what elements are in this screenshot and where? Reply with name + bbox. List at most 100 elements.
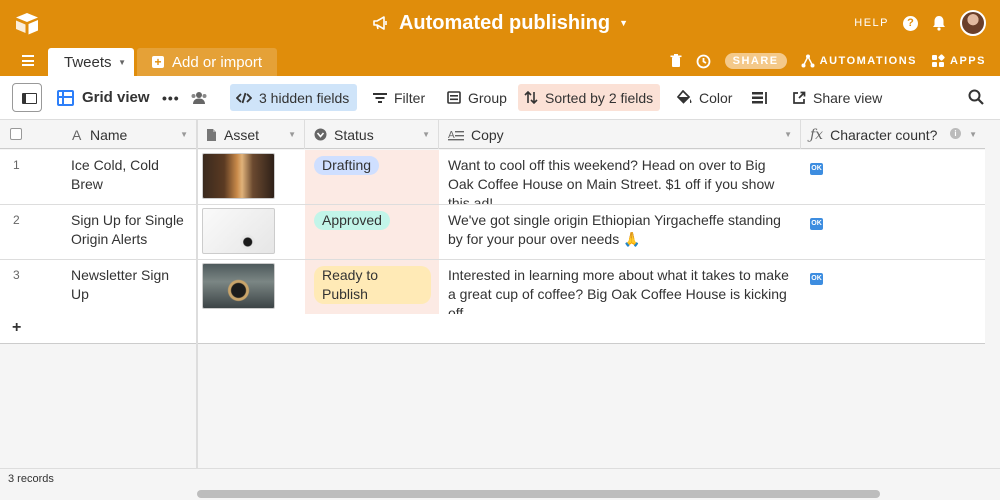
sort-label: Sorted by 2 fields [545,89,654,106]
row-height-icon[interactable] [746,84,774,111]
attachment-icon [207,128,216,141]
info-icon[interactable]: i [950,128,961,139]
character-count-cell[interactable]: OK [801,260,985,314]
view-name-label: Grid view [82,89,150,106]
column-header-status[interactable]: Status ▼ [305,120,439,149]
records-grid: A Name ▼ Asset ▼ Status ▼ A Copy ▼ ƒx Ch… [0,120,1000,468]
name-cell[interactable]: Newsletter Sign Up [62,260,197,314]
apps-icon [932,54,945,67]
table-row[interactable]: 2 Sign Up for Single Origin Alerts Appro… [0,205,985,260]
row-number: 1 [13,158,20,172]
filter-button[interactable]: Filter [367,84,431,111]
trash-icon[interactable] [670,54,682,68]
menu-icon[interactable] [22,55,34,66]
chevron-down-icon[interactable]: ▼ [118,58,126,67]
asset-cell[interactable] [197,205,305,259]
column-header-name[interactable]: A Name ▼ [0,120,197,149]
plus-icon: + [152,56,164,68]
column-header-copy[interactable]: A Copy ▼ [439,120,801,149]
column-label: Character count? [830,126,938,143]
record-count: 3 records [8,473,54,485]
add-record-row[interactable]: + [0,314,985,344]
sort-button[interactable]: Sorted by 2 fields [518,84,660,111]
row-number: 2 [13,213,20,227]
name-cell[interactable]: Sign Up for Single Origin Alerts [62,205,197,259]
column-label: Asset [224,126,260,143]
chevron-down-icon[interactable]: ▼ [784,130,792,139]
chevron-down-icon[interactable]: ▼ [422,130,430,139]
table-tab-bar: Tweets ▼ + Add or import SHARE AUTOMATIO… [0,46,1000,76]
base-title-area: Automated publishing ▼ [0,0,1000,46]
plus-icon[interactable]: + [12,319,21,337]
account-controls: HELP ? [854,0,986,46]
status-badge: Drafting [314,156,380,175]
sort-icon [524,91,538,104]
iced-coffee-thumbnail[interactable] [202,153,275,199]
paint-bucket-icon [676,90,692,104]
character-count-cell[interactable]: OK [801,205,985,259]
tab-tweets[interactable]: Tweets ▼ [48,48,134,76]
view-switcher[interactable]: Grid view [57,84,150,111]
status-cell[interactable]: Approved [305,205,439,259]
copy-cell[interactable]: Interested in learning more about what i… [439,260,801,314]
share-view-button[interactable]: Share view [786,84,888,111]
avatar[interactable] [960,10,986,36]
column-header-asset[interactable]: Asset ▼ [197,120,305,149]
formula-icon: ƒx [810,126,824,143]
share-button[interactable]: SHARE [724,53,787,69]
status-badge: Approved [314,211,390,230]
column-label: Name [90,126,128,143]
add-or-import-button[interactable]: + Add or import [137,48,277,76]
column-header-row: A Name ▼ Asset ▼ Status ▼ A Copy ▼ ƒx Ch… [0,120,985,149]
character-count-cell[interactable]: OK [801,150,985,204]
chevron-down-icon[interactable]: ▼ [180,130,188,139]
column-label: Status [334,126,374,143]
asset-cell[interactable] [197,150,305,204]
apps-button[interactable]: APPS [931,54,986,68]
bell-icon[interactable] [932,15,946,31]
coffee-cup-thumbnail[interactable] [202,208,275,254]
single-select-icon [314,128,327,141]
select-all-checkbox[interactable] [10,128,22,140]
top-bar: Automated publishing ▼ HELP ? [0,0,1000,46]
horizontal-scrollbar[interactable] [197,490,880,498]
collaborators-icon[interactable] [184,84,214,111]
help-icon[interactable]: ? [903,15,918,31]
more-options-icon[interactable]: ••• [156,84,186,111]
asset-cell[interactable] [197,260,305,314]
text-icon: A [72,126,82,143]
hidden-fields-button[interactable]: 3 hidden fields [230,84,357,111]
hidden-fields-label: 3 hidden fields [259,89,350,106]
status-badge: Ready to Publish [314,266,431,304]
coffee-on-wood-thumbnail[interactable] [202,263,275,309]
row-height-glyph [752,91,767,104]
frozen-column-divider[interactable] [196,120,198,468]
table-row[interactable]: 1 Ice Cold, Cold Brew Drafting Want to c… [0,150,985,205]
grid-footer: 3 records [0,468,1000,500]
airtable-logo-icon[interactable] [14,11,40,35]
search-icon[interactable] [968,89,984,105]
chevron-down-icon[interactable]: ▼ [969,130,977,139]
group-icon [447,91,461,104]
sidebar-toggle-button[interactable] [12,83,42,112]
copy-cell[interactable]: We've got single origin Ethiopian Yirgac… [439,205,801,259]
group-label: Group [468,89,507,106]
table-row[interactable]: 3 Newsletter Sign Up Ready to Publish In… [0,260,985,315]
chevron-down-icon[interactable]: ▼ [619,18,628,28]
color-button[interactable]: Color [670,84,738,111]
status-cell[interactable]: Ready to Publish [305,260,439,314]
copy-cell[interactable]: Want to cool off this weekend? Head on o… [439,150,801,204]
base-actions: SHARE AUTOMATIONS APPS [670,46,986,76]
automations-icon [801,54,815,68]
ok-emoji-icon: OK [810,273,823,285]
automations-button[interactable]: AUTOMATIONS [801,54,917,68]
status-cell[interactable]: Drafting [305,150,439,204]
column-header-character-count[interactable]: ƒx Character count? i ▼ [801,120,985,149]
share-view-label: Share view [813,89,883,106]
base-title[interactable]: Automated publishing [399,12,610,35]
name-cell[interactable]: Ice Cold, Cold Brew [62,150,197,204]
chevron-down-icon[interactable]: ▼ [288,130,296,139]
history-icon[interactable] [696,54,711,69]
help-link[interactable]: HELP [854,17,889,29]
group-button[interactable]: Group [441,84,513,111]
